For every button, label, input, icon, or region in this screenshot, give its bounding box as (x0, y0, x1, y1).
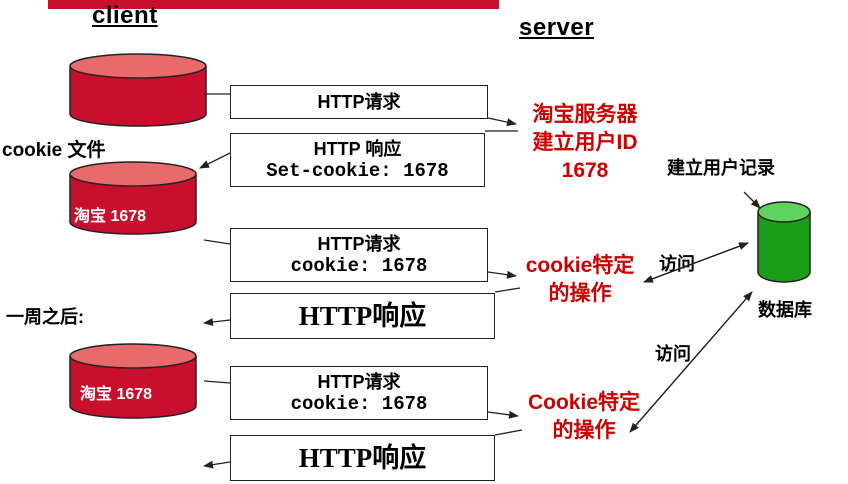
arrow-access-2-to-server (629, 291, 753, 433)
connector-line (203, 239, 231, 245)
connector-line (494, 287, 521, 293)
connector-line (203, 380, 231, 384)
arrow-response-1 (199, 152, 231, 169)
arrow-request-2 (487, 270, 517, 279)
arrow-access-1-to-server (643, 242, 749, 283)
arrows-layer (199, 93, 761, 469)
arrow-request-1 (487, 117, 517, 127)
arrow-request-3 (487, 410, 519, 419)
arrow-response-3 (203, 460, 231, 469)
arrow-response-2 (203, 317, 231, 326)
arrow-create-record (743, 191, 761, 209)
connector-line (494, 429, 523, 436)
